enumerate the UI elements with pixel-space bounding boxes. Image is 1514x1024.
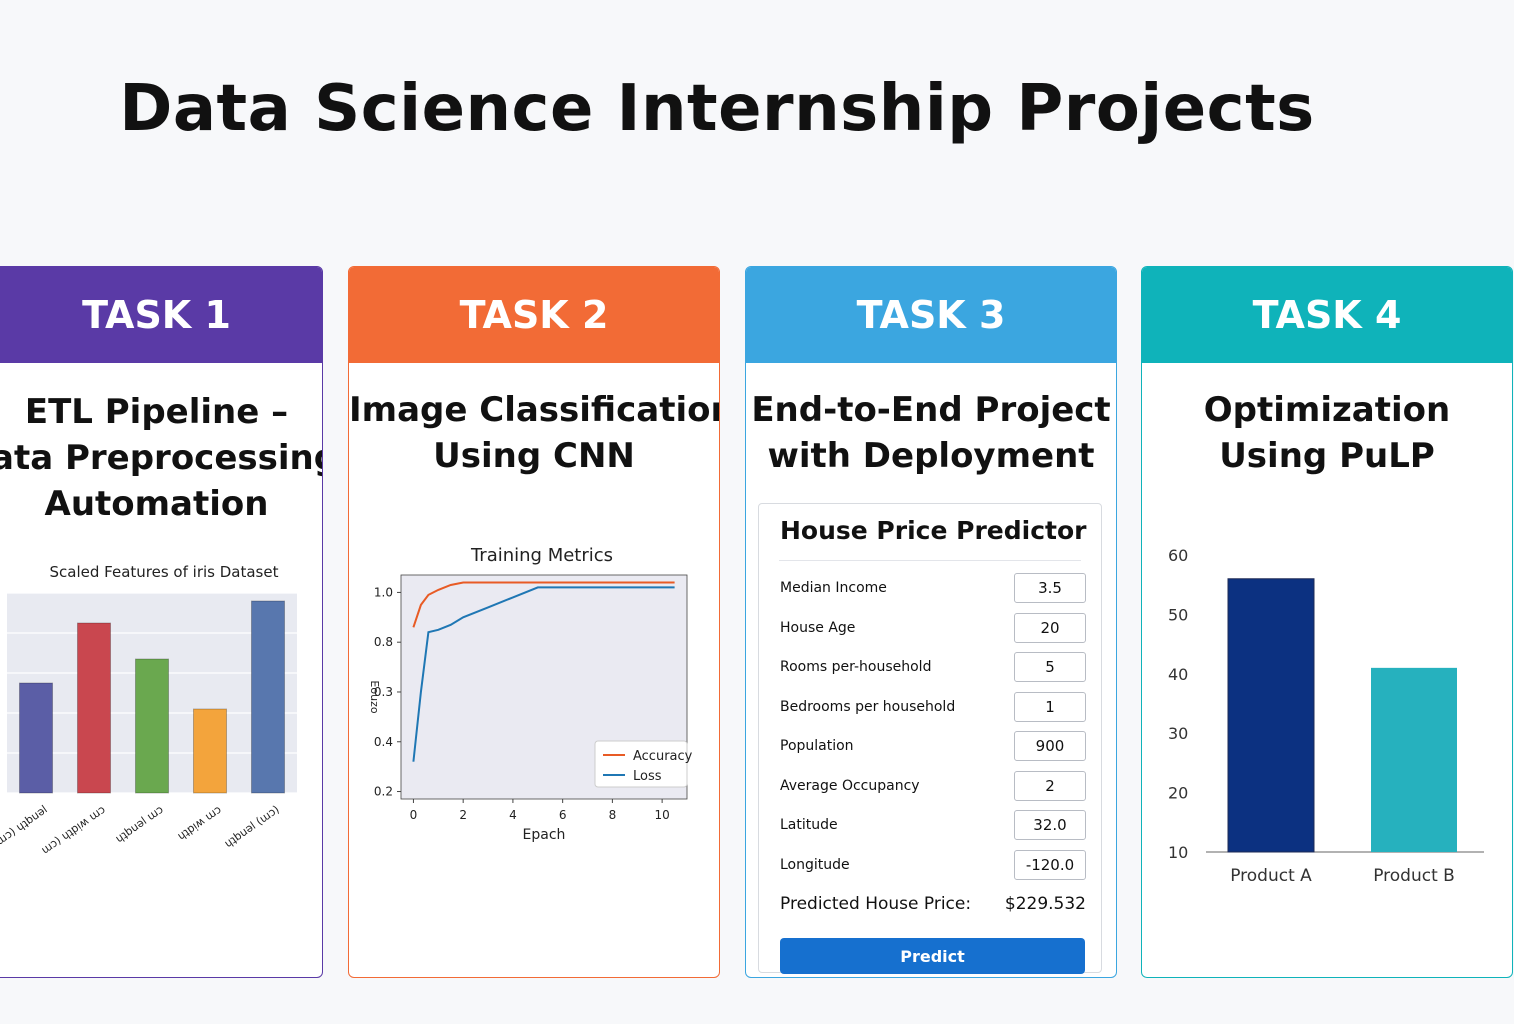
- task-card-4: TASK 4 Optimization Using PuLP 10 20 30 40 5…: [1141, 266, 1513, 978]
- iris-bar-chart: Scaled Features of iris Datasetɯɔ) ɥʇbuǝ…: [0, 543, 301, 899]
- x-axis-label: Epach: [523, 827, 566, 843]
- predicted-price: Predicted House Price: $229.532: [780, 894, 1086, 914]
- predictor-field-label: Median Income: [780, 580, 887, 596]
- page-title: Data Science Internship Projects: [119, 72, 1315, 146]
- house-price-predictor: House Price Predictor Median Income House…: [758, 503, 1102, 974]
- x-tick-label: 10: [654, 808, 669, 822]
- predictor-field-row: Median Income: [780, 572, 1086, 604]
- predicted-price-value: $229.532: [1004, 894, 1086, 914]
- y-tick-label: 10: [1168, 843, 1188, 862]
- x-tick-label: 6: [559, 808, 567, 822]
- y-tick-label: 1.0: [374, 585, 393, 599]
- chart-title: Training Metrics: [470, 545, 613, 566]
- predicted-price-label: Predicted House Price:: [780, 894, 972, 914]
- predictor-field-label: Latitude: [780, 817, 838, 833]
- task-card-1-header: TASK 1: [0, 267, 322, 363]
- predictor-field-input[interactable]: [1014, 810, 1086, 840]
- product-bar-chart: 10 20 30 40 50 60 Product A Product B: [1158, 515, 1498, 895]
- task-card-2-title: Image Classification Using CNN: [349, 390, 720, 476]
- bar: [135, 658, 169, 794]
- chart-title: Scaled Features of iris Dataset: [50, 563, 279, 581]
- predictor-field-label: House Age: [780, 619, 856, 636]
- bar: [251, 600, 285, 794]
- predictor-field-row: Bedrooms per household: [780, 691, 1086, 723]
- y-tick-label: 50: [1168, 605, 1188, 624]
- predictor-field-input[interactable]: [1014, 652, 1086, 682]
- predictor-field-input[interactable]: [1014, 731, 1086, 761]
- task-card-4-title: Optimization Using PuLP: [1203, 390, 1451, 476]
- y-tick-label: 0.4: [374, 735, 393, 749]
- predictor-field-row: Average Occupancy: [780, 770, 1086, 802]
- x-tick-label: 0: [410, 808, 418, 822]
- task-card-4-header: TASK 4: [1142, 267, 1512, 363]
- y-tick-label: 0.2: [374, 785, 393, 799]
- y-axis-label: Eouzo: [368, 680, 381, 713]
- predictor-field-input[interactable]: [1014, 573, 1086, 603]
- predictor-divider: [779, 560, 1081, 561]
- predictor-field-label: Bedrooms per household: [780, 698, 956, 715]
- x-tick-label: Product B: [1373, 866, 1455, 886]
- predictor-field-input[interactable]: [1014, 691, 1086, 722]
- bar: [1227, 578, 1315, 853]
- task-card-1: TASK 1 ETL Pipeline – ata Preprocessing …: [0, 266, 323, 978]
- predictor-field-row: Population: [780, 730, 1086, 762]
- predict-button[interactable]: Predict: [780, 938, 1085, 974]
- y-tick-label: 0.8: [374, 635, 393, 649]
- x-tick-label: 4: [509, 808, 517, 822]
- predictor-field-input[interactable]: [1014, 849, 1086, 880]
- bar: [193, 708, 227, 794]
- predictor-title: House Price Predictor: [780, 516, 1087, 545]
- bar: [19, 682, 53, 794]
- task-card-3-title: End-to-End Project with Deployment: [751, 390, 1111, 476]
- predictor-field-input[interactable]: [1014, 612, 1086, 643]
- predictor-field-label: Longitude: [780, 856, 850, 873]
- legend-label: Loss: [633, 769, 662, 784]
- y-tick-label: 40: [1168, 665, 1188, 684]
- predictor-field-input[interactable]: [1014, 770, 1086, 801]
- task-card-3-header: TASK 3: [746, 267, 1116, 363]
- x-tick-label: Product A: [1230, 866, 1312, 886]
- bar: [1371, 667, 1457, 852]
- predictor-field-label: Rooms per-household: [780, 659, 932, 675]
- bar: [77, 622, 111, 794]
- y-tick-label: 60: [1168, 546, 1188, 565]
- y-tick-label: 30: [1168, 724, 1188, 743]
- predictor-field-label: Population: [780, 738, 854, 754]
- predictor-field-label: Average Occupancy: [780, 777, 920, 794]
- task-card-1-title: ETL Pipeline – ata Preprocessing Automat…: [0, 392, 323, 524]
- task-card-2: TASK 2 Image Classification Using CNN Tr…: [348, 266, 720, 978]
- predictor-field-row: House Age: [780, 612, 1086, 644]
- predictor-field-row: Longitude: [780, 849, 1086, 881]
- x-tick-label: 2: [459, 808, 467, 822]
- x-tick-label: 8: [609, 808, 617, 822]
- task-card-3: TASK 3 End-to-End Project with Deploymen…: [745, 266, 1117, 978]
- predictor-field-row: Rooms per-household: [780, 651, 1086, 683]
- predictor-field-row: Latitude: [780, 809, 1086, 841]
- task-card-2-header: TASK 2: [349, 267, 719, 363]
- y-tick-label: 20: [1168, 784, 1188, 803]
- legend-label: Accuracy: [633, 749, 693, 764]
- training-metrics-chart: Training Metrics0.20.40.30.81.00 2 4 6 8 10Ep…: [359, 533, 699, 853]
